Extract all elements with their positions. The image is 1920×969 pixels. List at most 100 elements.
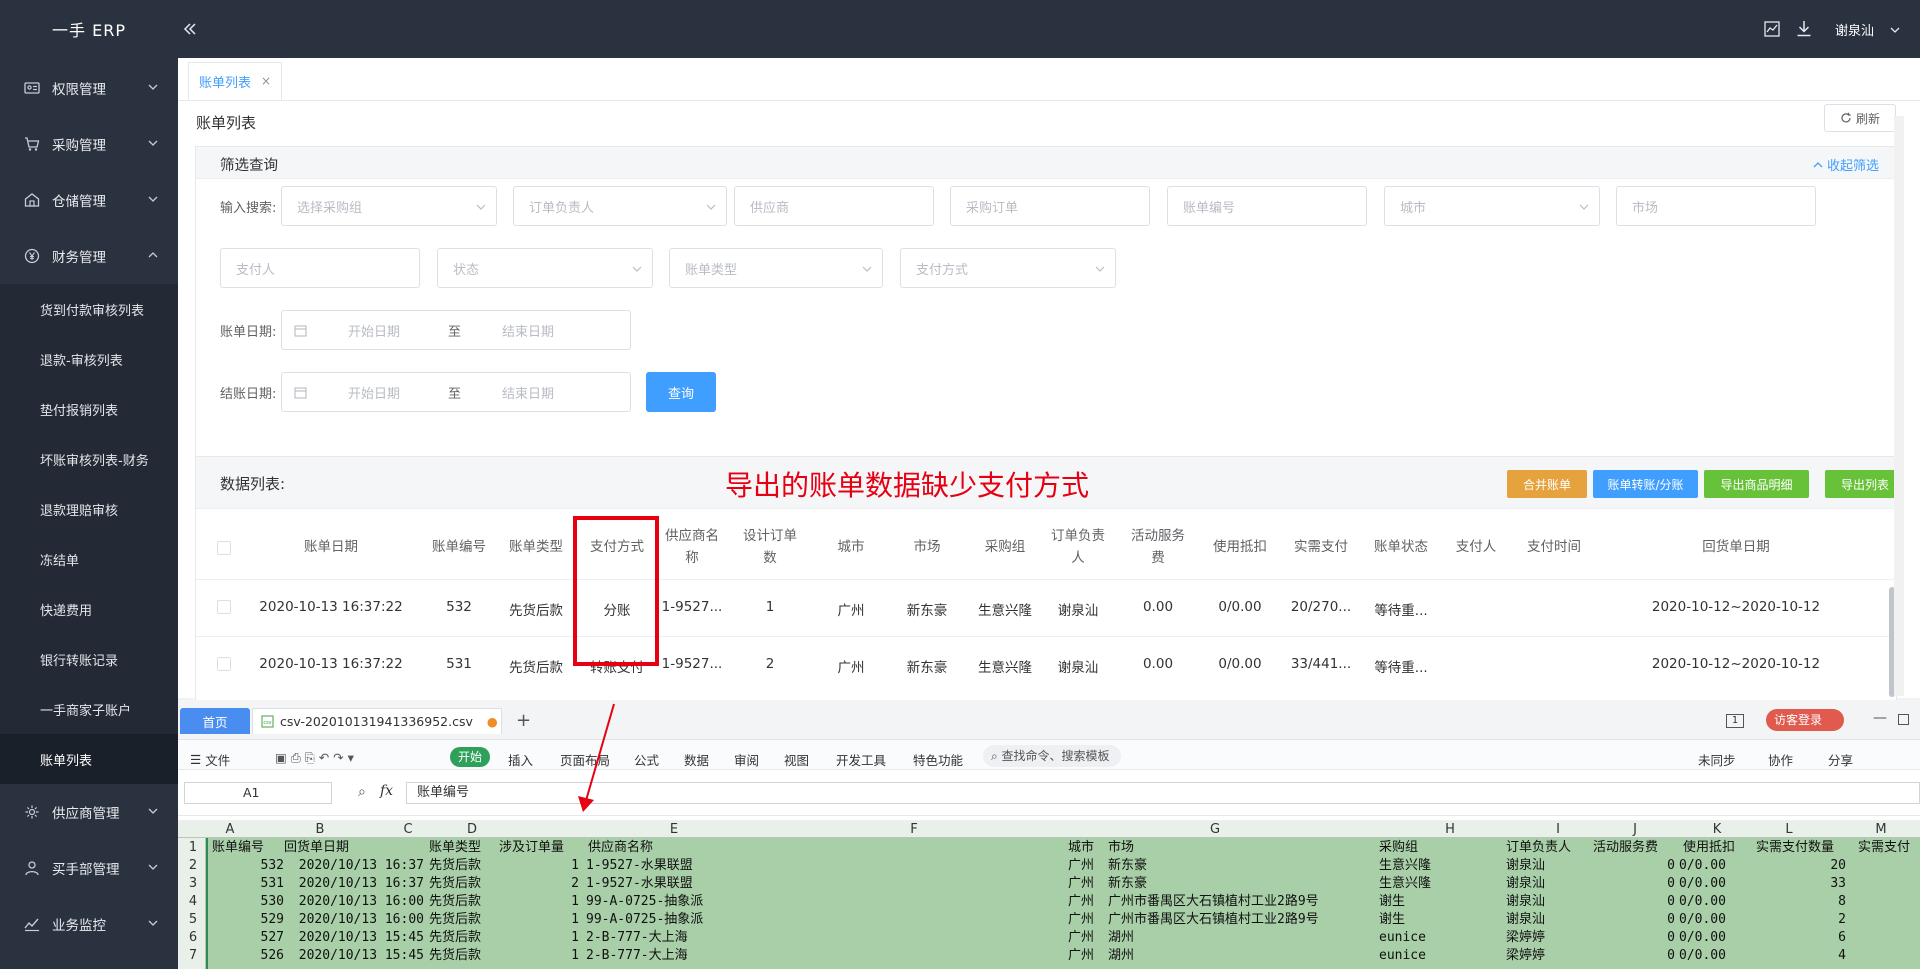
sheet-cell[interactable]: 2020/10/13 16:37 [290, 875, 424, 893]
sheet-cell[interactable]: eunice [1379, 929, 1499, 947]
tab-bill-list[interactable]: 账单列表 × [188, 62, 282, 100]
sheet-cell[interactable]: 1 [499, 929, 579, 947]
tab-review[interactable]: 审阅 [734, 750, 759, 769]
user-name[interactable]: 谢泉汕 [1835, 20, 1874, 39]
sheet-cell[interactable]: 谢生 [1379, 893, 1499, 911]
sheet-cell[interactable]: 0/0.00 [1679, 911, 1753, 929]
sheet-cell[interactable]: 谢泉汕 [1506, 875, 1586, 893]
sheet-cell[interactable]: 先货后款 [429, 857, 499, 875]
order-owner-select[interactable]: 订单负责人 [513, 186, 727, 226]
refresh-button[interactable]: 刷新 [1824, 104, 1896, 132]
submenu-bank-transfer[interactable]: 银行转账记录 [0, 634, 178, 684]
sheet-cell[interactable]: 广州 [1068, 929, 1106, 947]
submenu-express-fee[interactable]: 快递费用 [0, 584, 178, 634]
row-header[interactable]: 7 [182, 947, 204, 965]
payment-method-select[interactable]: 支付方式 [900, 248, 1116, 288]
tab-view[interactable]: 视图 [784, 750, 809, 769]
sheet-cell[interactable]: 531 [244, 875, 284, 893]
fx-icon[interactable]: fx [380, 783, 393, 799]
sheet-cell[interactable]: 0/0.00 [1679, 893, 1753, 911]
tab-close-icon[interactable]: × [261, 74, 271, 88]
col-header[interactable]: L [1779, 821, 1799, 839]
col-header[interactable]: C [398, 821, 418, 839]
download-icon[interactable] [1796, 20, 1812, 37]
sheet-cell[interactable]: 账单类型 [429, 839, 481, 857]
sheet-cell[interactable]: 0 [1593, 875, 1675, 893]
sheet-cell[interactable]: 广州市番禺区大石镇植村工业2路9号 [1108, 893, 1378, 911]
sheet-cell[interactable]: 广州 [1068, 893, 1106, 911]
col-header[interactable]: D [462, 821, 482, 839]
sheet-cell[interactable]: 526 [244, 947, 284, 965]
zoom-icon[interactable]: ⌕ [358, 784, 366, 800]
sheet-cell[interactable]: 2 [1756, 911, 1846, 929]
tab-insert[interactable]: 插入 [508, 750, 533, 769]
sheet-cell[interactable]: 广州市番禺区大石镇植村工业2路9号 [1108, 911, 1378, 929]
sheet-cell[interactable]: 1 [499, 893, 579, 911]
sheet-cell[interactable]: 0 [1593, 929, 1675, 947]
col-header[interactable]: F [904, 821, 924, 839]
market-input[interactable]: 市场 [1616, 186, 1816, 226]
sheet-cell[interactable]: 1-9527-水果联盟 [586, 875, 986, 893]
export-list-button[interactable]: 导出列表 [1825, 470, 1896, 498]
submenu-cod-audit[interactable]: 货到付款审核列表 [0, 284, 178, 334]
sheet-cell[interactable]: 8 [1756, 893, 1846, 911]
sheet-cell[interactable]: 活动服务费 [1593, 839, 1658, 857]
sheet-cell[interactable]: 527 [244, 929, 284, 947]
bill-type-select[interactable]: 账单类型 [669, 248, 883, 288]
sheet-cell[interactable]: 530 [244, 893, 284, 911]
sheet-cell[interactable]: 0/0.00 [1679, 857, 1753, 875]
col-header[interactable]: G [1205, 821, 1225, 839]
sheet-cell[interactable]: 2020/10/13 15:45 [290, 929, 424, 947]
visitor-login-button[interactable]: 访客登录 [1766, 709, 1844, 731]
menu-warehouse[interactable]: 仓储管理 [0, 172, 178, 228]
sheet-cell[interactable]: 梁婷婷 [1506, 947, 1586, 965]
formula-input[interactable]: 账单编号 [406, 782, 1920, 804]
menu-finance[interactable]: 财务管理 [0, 228, 178, 284]
sync-status[interactable]: 未同步 [1698, 750, 1736, 769]
chevron-down-icon[interactable] [1890, 25, 1900, 35]
sheet-cell[interactable]: 广州 [1068, 857, 1106, 875]
sheet-cell[interactable]: 供应商名称 [588, 839, 653, 857]
menu-buyer[interactable]: 买手部管理 [0, 840, 178, 896]
submenu-baddebt-audit[interactable]: 坏账审核列表-财务 [0, 434, 178, 484]
bill-date-range[interactable]: 开始日期 至 结束日期 [281, 310, 631, 350]
payer-input[interactable]: 支付人 [220, 248, 420, 288]
sheet-cell[interactable]: 生意兴隆 [1379, 875, 1499, 893]
sheet-cell[interactable]: 2020/10/13 16:00 [290, 893, 424, 911]
sheet-cell[interactable]: 湖州 [1108, 929, 1378, 947]
sheet-cell[interactable]: 1 [499, 947, 579, 965]
export-detail-button[interactable]: 导出商品明细 [1704, 470, 1809, 498]
row-header[interactable]: 4 [182, 893, 204, 911]
sheet-cell[interactable]: 新东豪 [1108, 857, 1378, 875]
sheet-cell[interactable]: 实需支付数量 [1756, 839, 1834, 857]
sheet-cell[interactable]: 99-A-0725-抽象派 [586, 893, 986, 911]
sheet-cell[interactable]: 广州 [1068, 911, 1106, 929]
sheet-cell[interactable]: 谢泉汕 [1506, 911, 1586, 929]
collapse-filter-link[interactable]: 收起筛选 [1813, 155, 1879, 174]
collapse-sidebar-icon[interactable] [182, 21, 198, 37]
sheet-cell[interactable]: 2 [499, 875, 579, 893]
submenu-refund-audit[interactable]: 退款-审核列表 [0, 334, 178, 384]
sheet-cell[interactable]: 谢泉汕 [1506, 893, 1586, 911]
tab-data[interactable]: 数据 [684, 750, 709, 769]
sheet-cell[interactable]: 回货单日期 [284, 839, 349, 857]
sheet-cell[interactable]: 广州 [1068, 875, 1106, 893]
sheet-cell[interactable]: 0/0.00 [1679, 929, 1753, 947]
submenu-frozen[interactable]: 冻结单 [0, 534, 178, 584]
sheet-cell[interactable]: 2-B-777-大上海 [586, 929, 986, 947]
sheet-cell[interactable]: 先货后款 [429, 893, 499, 911]
col-header[interactable]: K [1707, 821, 1727, 839]
wps-home-tab[interactable]: 首页 [180, 708, 250, 734]
menu-permission[interactable]: 权限管理 [0, 60, 178, 116]
sheet-cell[interactable]: 0 [1593, 947, 1675, 965]
sheet-cell[interactable]: 2020/10/13 16:37 [290, 857, 424, 875]
sheet-cell[interactable]: 湖州 [1108, 947, 1378, 965]
sheet-cell[interactable]: 4 [1756, 947, 1846, 965]
row-header[interactable]: 2 [182, 857, 204, 875]
sheet-cell[interactable]: 2020/10/13 15:45 [290, 947, 424, 965]
row-header[interactable]: 6 [182, 929, 204, 947]
sheet-cell[interactable]: 0/0.00 [1679, 875, 1753, 893]
submenu-advance-reimburse[interactable]: 垫付报销列表 [0, 384, 178, 434]
command-search[interactable]: ⌕ 查找命令、搜索模板 [983, 745, 1121, 767]
sheet-cell[interactable]: 2020/10/13 16:00 [290, 911, 424, 929]
